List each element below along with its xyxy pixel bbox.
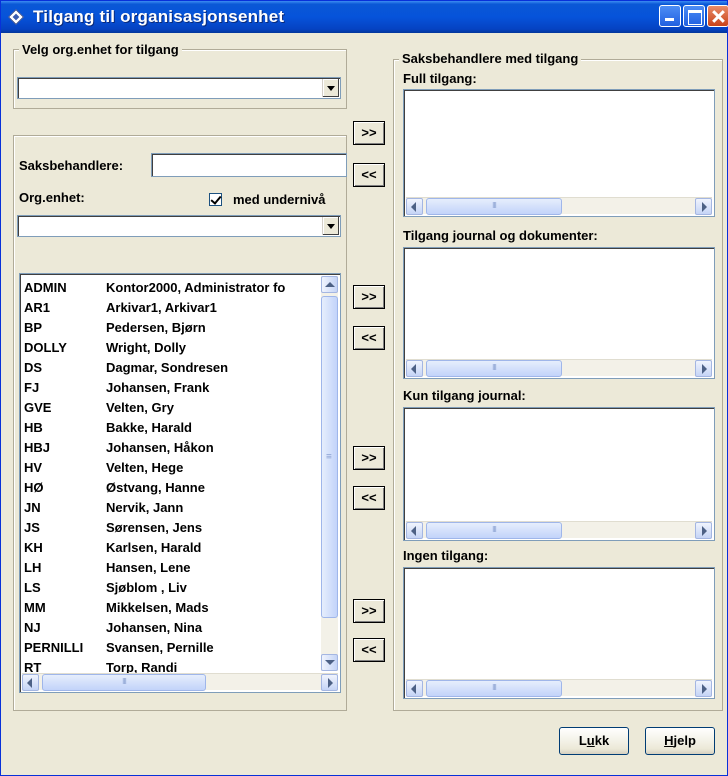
lukk-button[interactable]: Lukk xyxy=(559,727,629,755)
scroll-right-icon[interactable] xyxy=(695,198,712,215)
saksbehandlere-label: Saksbehandlere: xyxy=(19,158,124,173)
org-select-group-title: Velg org.enhet for tilgang xyxy=(19,42,182,57)
scroll-left-icon[interactable] xyxy=(22,674,39,691)
access-group-title: Saksbehandlere med tilgang xyxy=(399,51,582,66)
user-code: HØ xyxy=(24,480,44,495)
ingen-hscrollbar[interactable] xyxy=(406,679,712,697)
chevron-down-icon[interactable] xyxy=(322,217,339,235)
hscroll-thumb[interactable] xyxy=(426,522,562,539)
hjelp-button[interactable]: Hjelp xyxy=(645,727,715,755)
add-journal-dok-button[interactable]: >> xyxy=(353,285,385,309)
user-name: Østvang, Hanne xyxy=(106,480,205,495)
journal-dok-hscrollbar[interactable] xyxy=(406,359,712,377)
user-code: DS xyxy=(24,360,43,375)
hscroll-thumb[interactable] xyxy=(426,198,562,215)
user-code: HB xyxy=(24,420,43,435)
user-name: Hansen, Lene xyxy=(106,560,191,575)
user-name: Mikkelsen, Mads xyxy=(106,600,209,615)
close-button[interactable] xyxy=(707,5,728,27)
user-code: AR1 xyxy=(24,300,51,315)
user-name: Nervik, Jann xyxy=(106,500,184,515)
user-code: JS xyxy=(24,520,40,535)
user-name: Dagmar, Sondresen xyxy=(106,360,229,375)
user-code: HBJ xyxy=(24,440,51,455)
user-name: Bakke, Harald xyxy=(106,420,192,435)
vscroll-thumb[interactable] xyxy=(321,296,338,618)
user-name: Kontor2000, Administrator fo xyxy=(106,280,286,295)
hscroll-thumb[interactable] xyxy=(42,674,206,691)
user-code: BP xyxy=(24,320,43,335)
scroll-left-icon[interactable] xyxy=(406,680,423,697)
hscroll-thumb[interactable] xyxy=(426,680,562,697)
remove-kun-journal-button[interactable]: << xyxy=(353,486,385,510)
user-name: Velten, Hege xyxy=(106,460,184,475)
scroll-left-icon[interactable] xyxy=(406,198,423,215)
user-code: MM xyxy=(24,600,46,615)
user-code: HV xyxy=(24,460,43,475)
add-kun-journal-button[interactable]: >> xyxy=(353,446,385,470)
orgenhet-combo[interactable] xyxy=(17,215,341,237)
user-code: GVE xyxy=(24,400,52,415)
saksbehandlere-input[interactable] xyxy=(151,153,347,177)
user-code: DOLLY xyxy=(24,340,67,355)
full-tilgang-label: Full tilgang: xyxy=(403,71,477,86)
scroll-right-icon[interactable] xyxy=(695,522,712,539)
user-name: Wright, Dolly xyxy=(106,340,186,355)
user-code: LS xyxy=(24,580,41,595)
chevron-down-icon[interactable] xyxy=(322,79,339,97)
user-code: ADMIN xyxy=(24,280,67,295)
journal-dok-list[interactable] xyxy=(403,247,715,379)
user-code: KH xyxy=(24,540,43,555)
scroll-left-icon[interactable] xyxy=(406,360,423,377)
scroll-right-icon[interactable] xyxy=(695,360,712,377)
user-code: NJ xyxy=(24,620,41,635)
add-ingen-button[interactable]: >> xyxy=(353,599,385,623)
scroll-left-icon[interactable] xyxy=(406,522,423,539)
window-title: Tilgang til organisasjonsenhet xyxy=(33,7,285,26)
scroll-right-icon[interactable] xyxy=(695,680,712,697)
hscroll-thumb[interactable] xyxy=(426,360,562,377)
remove-ingen-button[interactable]: << xyxy=(353,638,385,662)
scroll-right-icon[interactable] xyxy=(321,674,338,691)
user-name: Johansen, Nina xyxy=(106,620,203,635)
user-name: Velten, Gry xyxy=(106,400,174,415)
remove-journal-dok-button[interactable]: << xyxy=(353,326,385,350)
full-tilgang-list[interactable] xyxy=(403,89,715,217)
app-icon xyxy=(8,9,24,25)
user-name: Karlsen, Harald xyxy=(106,540,202,555)
user-code: JN xyxy=(24,500,41,515)
title-bar[interactable]: Tilgang til organisasjonsenhet xyxy=(1,1,728,33)
user-list[interactable]: ADMIN Kontor2000, Administrator fo AR1 Ark… xyxy=(19,273,341,693)
ingen-tilgang-list[interactable] xyxy=(403,567,715,699)
user-name: Johansen, Frank xyxy=(106,380,210,395)
user-code: FJ xyxy=(24,380,40,395)
journal-dok-label: Tilgang journal og dokumenter: xyxy=(403,228,598,243)
subnivaa-label: med undernivå xyxy=(233,192,326,207)
user-list-hscrollbar[interactable] xyxy=(22,673,338,691)
user-list-vscrollbar[interactable] xyxy=(321,276,338,671)
user-name: Arkivar1, Arkivar1 xyxy=(106,300,217,315)
user-name: Sørensen, Jens xyxy=(106,520,203,535)
subnivaa-checkbox[interactable] xyxy=(209,193,222,206)
kun-journal-list[interactable] xyxy=(403,407,715,541)
dialog-window: Tilgang til organisasjonsenhet Velg org.… xyxy=(0,0,728,776)
user-name: Johansen, Håkon xyxy=(106,440,214,455)
orgenhet-label: Org.enhet: xyxy=(19,190,85,205)
user-code: PERNILLI xyxy=(24,640,84,655)
user-name: Svansen, Pernille xyxy=(106,640,214,655)
add-full-button[interactable]: >> xyxy=(353,121,385,145)
remove-full-button[interactable]: << xyxy=(353,163,385,187)
kun-journal-hscrollbar[interactable] xyxy=(406,521,712,539)
kun-journal-label: Kun tilgang journal: xyxy=(403,388,526,403)
minimize-button[interactable] xyxy=(659,5,681,27)
user-name: Pedersen, Bjørn xyxy=(106,320,206,335)
user-code: LH xyxy=(24,560,42,575)
user-name: Sjøblom , Liv xyxy=(106,580,187,595)
scroll-down-icon[interactable] xyxy=(321,654,338,671)
org-select-combo[interactable] xyxy=(17,77,341,99)
scroll-up-icon[interactable] xyxy=(321,276,338,293)
ingen-tilgang-label: Ingen tilgang: xyxy=(403,548,489,563)
maximize-button[interactable] xyxy=(683,5,705,27)
full-list-hscrollbar[interactable] xyxy=(406,197,712,215)
